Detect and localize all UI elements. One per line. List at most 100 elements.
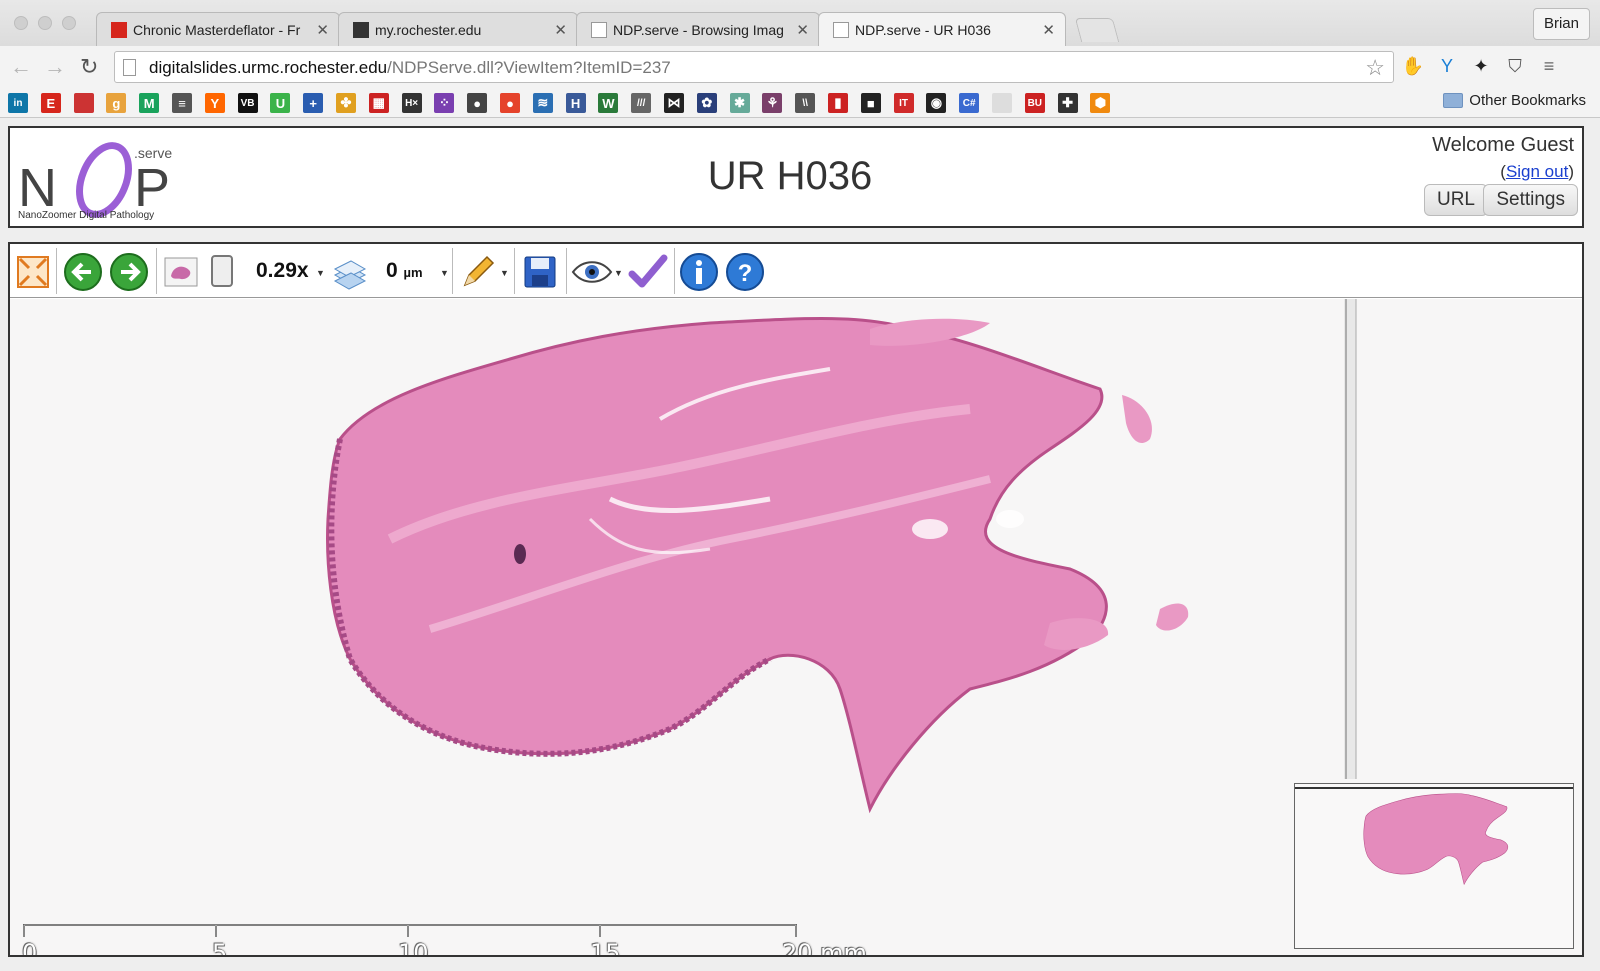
- zoom-level[interactable]: 0.29x: [256, 259, 309, 283]
- browser-tab[interactable]: NDP.serve - Browsing Imag ✕: [576, 12, 820, 46]
- molecule-icon[interactable]: ✱: [729, 93, 750, 113]
- tomato-icon[interactable]: ●: [500, 93, 520, 113]
- browser-tab[interactable]: my.rochester.edu ✕: [338, 12, 578, 46]
- reload-icon[interactable]: ↻: [80, 54, 98, 80]
- info-icon[interactable]: [678, 252, 720, 292]
- bu-icon[interactable]: BU: [1024, 93, 1045, 113]
- signout-line: (Sign out): [1500, 162, 1574, 182]
- page-favicon-icon: [833, 21, 849, 38]
- w-icon[interactable]: W: [598, 93, 619, 113]
- depth-dropdown-icon[interactable]: ▼: [440, 268, 449, 278]
- h-icon[interactable]: H: [565, 93, 586, 113]
- slide-image-canvas[interactable]: 0 5 10 15 20 mm: [10, 299, 1582, 955]
- adblock-icon[interactable]: ✋: [1400, 53, 1426, 79]
- zoom-dropdown-icon[interactable]: ▼: [316, 268, 325, 278]
- slide-thumbnail-icon[interactable]: [162, 252, 200, 292]
- slide-viewer: 0.29x ▼ 0 µm ▼ ▼ ▼ ? 0 5 10 15 20 mm: [8, 242, 1584, 957]
- fullscreen-icon[interactable]: [14, 252, 52, 292]
- blank-page-icon[interactable]: [992, 93, 1012, 113]
- annotate-dropdown-icon[interactable]: ▼: [500, 268, 509, 278]
- linkedin-icon[interactable]: in: [8, 93, 28, 113]
- dark-icon[interactable]: ■: [860, 93, 881, 113]
- u-icon[interactable]: U: [270, 93, 291, 113]
- address-url[interactable]: digitalslides.urmc.rochester.edu/NDPServ…: [149, 58, 671, 78]
- news-icon[interactable]: ≡: [172, 93, 192, 113]
- close-icon[interactable]: ✕: [1042, 21, 1055, 39]
- annotate-pencil-icon[interactable]: [458, 252, 498, 292]
- ycombinator-icon[interactable]: Y: [204, 93, 225, 113]
- feather-icon[interactable]: ⚘: [762, 93, 783, 113]
- close-icon[interactable]: ✕: [796, 21, 809, 39]
- logo-caption: NanoZoomer Digital Pathology: [18, 210, 154, 221]
- forward-green-arrow-icon[interactable]: [108, 252, 150, 292]
- close-icon[interactable]: ✕: [316, 21, 329, 39]
- gear-blue-icon[interactable]: ✿: [696, 93, 717, 113]
- help-icon[interactable]: ?: [724, 252, 766, 292]
- checkmark-icon[interactable]: [626, 252, 670, 292]
- tab-title: NDP.serve - UR H036: [855, 21, 991, 38]
- extension-bird-icon[interactable]: ✦: [1468, 53, 1494, 79]
- vb-icon[interactable]: VB: [237, 93, 258, 113]
- browser-tab[interactable]: Chronic Masterdeflator - Fr ✕: [96, 12, 340, 46]
- profile-button[interactable]: Brian: [1532, 8, 1590, 40]
- bookmark-star-icon[interactable]: ☆: [1365, 55, 1385, 81]
- welcome-text: Welcome Guest: [1432, 134, 1574, 156]
- address-bar[interactable]: digitalslides.urmc.rochester.edu/NDPServ…: [114, 51, 1394, 83]
- appress-icon[interactable]: ●: [467, 93, 488, 113]
- cross-icon[interactable]: ✚: [1057, 93, 1078, 113]
- bookmarks-bar: Other Bookmarks in Eg M ≡ Y VB U + ✤ ▦ H× ⁘ ● ● ≋ H W ///…: [0, 86, 1600, 118]
- menu-icon[interactable]: ≡: [1536, 53, 1562, 79]
- other-bookmarks-label: Other Bookmarks: [1469, 92, 1586, 109]
- visibility-dropdown-icon[interactable]: ▼: [614, 268, 623, 278]
- close-icon[interactable]: ✕: [554, 21, 567, 39]
- page-title: UR H036: [707, 154, 873, 198]
- overview-tissue-image: [1363, 793, 1509, 885]
- bowtie-icon[interactable]: ⋈: [664, 93, 684, 113]
- globe-icon[interactable]: ◉: [926, 93, 947, 113]
- back-arrow-icon[interactable]: ←: [10, 54, 32, 80]
- settings-button[interactable]: Settings: [1483, 184, 1578, 216]
- extension-y-icon[interactable]: Y: [1434, 53, 1460, 79]
- medium-icon[interactable]: M: [139, 93, 160, 113]
- pocket-icon[interactable]: ⛉: [1502, 53, 1528, 79]
- new-tab-button[interactable]: [1074, 18, 1120, 42]
- visibility-eye-icon[interactable]: [570, 252, 614, 292]
- goodreads-icon[interactable]: g: [106, 93, 127, 113]
- database-icon[interactable]: ≋: [532, 93, 553, 113]
- grid-icon[interactable]: ▦: [368, 93, 389, 113]
- pinwheel-icon[interactable]: ✤: [336, 93, 356, 113]
- plus-icon[interactable]: +: [303, 93, 324, 113]
- window-close-button[interactable]: [14, 16, 28, 30]
- lines-icon[interactable]: \\: [795, 93, 816, 113]
- forward-arrow-icon[interactable]: →: [44, 54, 66, 80]
- focus-layers-icon[interactable]: [330, 252, 370, 292]
- scale-label: 0: [22, 939, 38, 957]
- bank-icon[interactable]: [73, 93, 94, 113]
- page-info-icon[interactable]: [123, 59, 136, 76]
- scale-label: 5: [212, 939, 228, 957]
- browser-tab-active[interactable]: NDP.serve - UR H036 ✕: [818, 12, 1066, 46]
- hx-icon[interactable]: H×: [401, 93, 422, 113]
- page-content: N D P .serve NanoZoomer Digital Patholog…: [0, 118, 1600, 971]
- save-disk-icon[interactable]: [520, 252, 560, 292]
- red-e-icon[interactable]: E: [40, 93, 61, 113]
- barchart-icon[interactable]: ▮: [828, 93, 848, 113]
- sign-out-link[interactable]: Sign out: [1506, 162, 1568, 181]
- stripes-icon[interactable]: ///: [631, 93, 652, 113]
- url-button[interactable]: URL: [1423, 184, 1488, 216]
- window-minimize-button[interactable]: [38, 16, 52, 30]
- it-icon[interactable]: IT: [893, 93, 914, 113]
- window-zoom-button[interactable]: [62, 16, 76, 30]
- back-green-arrow-icon[interactable]: [62, 252, 104, 292]
- url-path: /NDPServe.dll?ViewItem?ItemID=237: [387, 58, 671, 77]
- dots-icon[interactable]: ⁘: [434, 93, 455, 113]
- slide-label-icon[interactable]: [206, 252, 238, 292]
- red-e-favicon-icon: [111, 21, 127, 38]
- hexagon-icon[interactable]: ⬢: [1090, 93, 1111, 113]
- signout-close-paren: ): [1568, 162, 1574, 181]
- csharp-icon[interactable]: C#: [959, 93, 980, 113]
- overview-thumbnail[interactable]: [1294, 783, 1574, 949]
- folder-icon: [1443, 93, 1464, 108]
- other-bookmarks-button[interactable]: Other Bookmarks: [1443, 92, 1586, 109]
- focus-depth[interactable]: 0 µm: [386, 259, 423, 283]
